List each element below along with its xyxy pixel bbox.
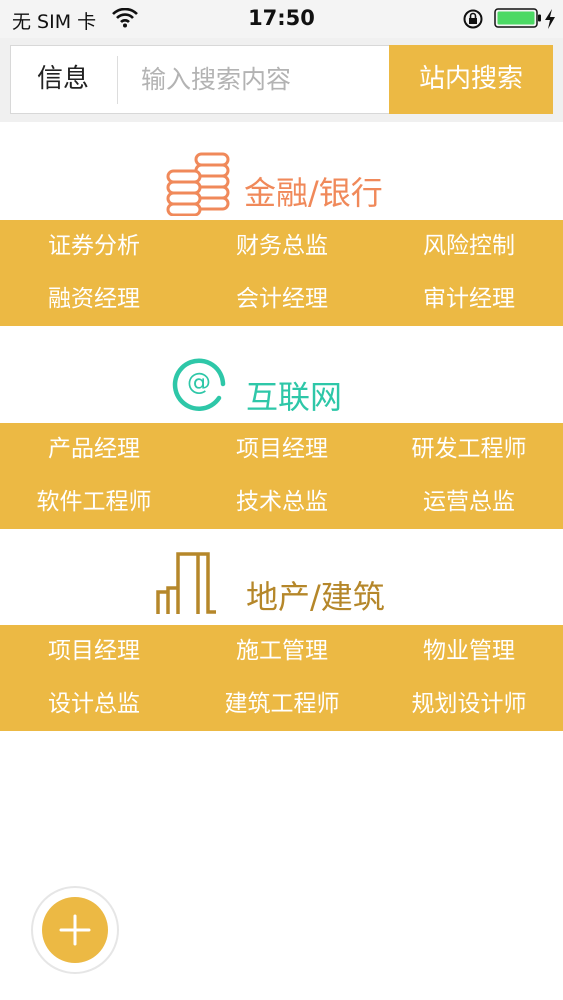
job-item[interactable]: 软件工程师 — [0, 476, 188, 529]
job-item[interactable]: 施工管理 — [188, 625, 376, 678]
search-input[interactable] — [129, 46, 389, 113]
job-item[interactable]: 审计经理 — [375, 273, 563, 326]
charging-bolt-icon — [545, 9, 555, 29]
job-grid-realestate: 项目经理 施工管理 物业管理 设计总监 建筑工程师 规划设计师 — [0, 625, 563, 731]
site-search-button[interactable]: 站内搜索 — [389, 45, 553, 114]
category-header-realestate[interactable]: 地产/建筑 — [0, 548, 563, 618]
job-item[interactable]: 产品经理 — [0, 423, 188, 476]
job-item[interactable]: 设计总监 — [0, 678, 188, 731]
job-grid-internet: 产品经理 项目经理 研发工程师 软件工程师 技术总监 运营总监 — [0, 423, 563, 529]
job-item[interactable]: 运营总监 — [375, 476, 563, 529]
category-header-internet[interactable]: @ 互联网 — [0, 354, 563, 424]
category-title-finance: 金融/银行 — [244, 174, 383, 212]
job-item[interactable]: 建筑工程师 — [188, 678, 376, 731]
job-item[interactable]: 风险控制 — [375, 220, 563, 273]
job-item[interactable]: 物业管理 — [375, 625, 563, 678]
plus-icon — [59, 914, 91, 946]
job-item[interactable]: 研发工程师 — [375, 423, 563, 476]
category-header-finance[interactable]: 金融/银行 — [0, 150, 563, 220]
job-item[interactable]: 融资经理 — [0, 273, 188, 326]
job-item[interactable]: 证券分析 — [0, 220, 188, 273]
job-item[interactable]: 项目经理 — [188, 423, 376, 476]
battery-icon — [494, 8, 541, 28]
search-box: 信息 站内搜索 — [10, 45, 553, 114]
orientation-lock-icon — [463, 9, 483, 29]
search-bar: 信息 站内搜索 — [0, 38, 563, 122]
building-icon — [156, 552, 216, 614]
category-title-internet: 互联网 — [246, 378, 343, 416]
job-item[interactable]: 财务总监 — [188, 220, 376, 273]
status-bar: 无 SIM 卡 17:50 — [0, 0, 563, 38]
job-item[interactable]: 项目经理 — [0, 625, 188, 678]
svg-text:@: @ — [187, 368, 211, 396]
category-title-realestate: 地产/建筑 — [246, 578, 385, 616]
at-sign-icon: @ — [172, 358, 226, 411]
job-item[interactable]: 会计经理 — [188, 273, 376, 326]
search-category-selector[interactable]: 信息 — [11, 46, 115, 113]
add-fab-button[interactable] — [42, 897, 108, 963]
job-grid-finance: 证券分析 财务总监 风险控制 融资经理 会计经理 审计经理 — [0, 220, 563, 326]
job-item[interactable]: 技术总监 — [188, 476, 376, 529]
search-divider — [117, 56, 118, 104]
coins-icon — [166, 152, 230, 216]
job-item[interactable]: 规划设计师 — [375, 678, 563, 731]
